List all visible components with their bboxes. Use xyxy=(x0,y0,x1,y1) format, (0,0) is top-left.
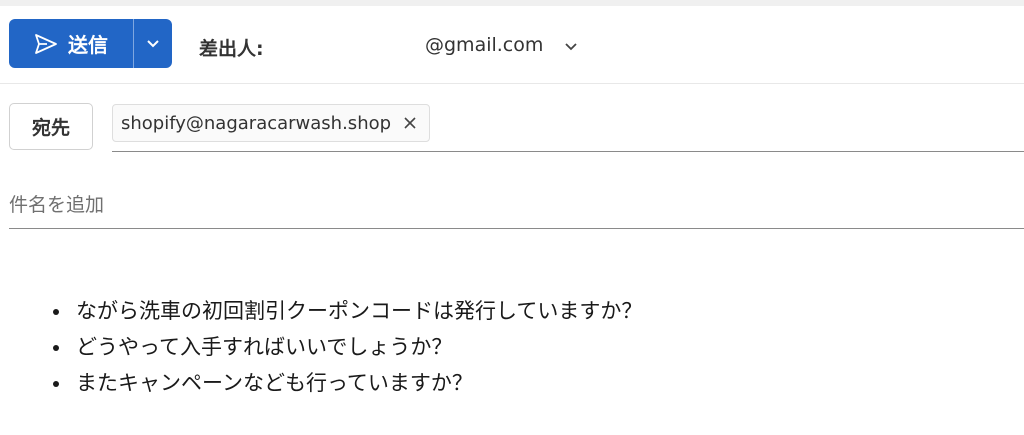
recipient-address: shopify@nagaracarwash.shop xyxy=(121,112,392,134)
header-divider xyxy=(0,83,1024,84)
close-icon[interactable] xyxy=(403,116,417,130)
send-button[interactable]: 送信 xyxy=(9,19,133,68)
list-item: ながら洗車の初回割引クーポンコードは発行していますか？ xyxy=(72,293,642,329)
send-icon xyxy=(34,33,58,55)
from-address[interactable]: @gmail.com xyxy=(425,34,543,56)
send-button-group: 送信 xyxy=(9,19,172,68)
top-strip xyxy=(0,0,1024,6)
from-label: 差出人: xyxy=(199,38,264,60)
list-item: またキャンペーンなども行っていますか？ xyxy=(72,365,642,401)
list-item: どうやって入手すればいいでしょうか？ xyxy=(72,329,642,365)
subject-input[interactable] xyxy=(9,190,1024,220)
send-options-button[interactable] xyxy=(134,19,172,68)
recipient-chip[interactable]: shopify@nagaracarwash.shop xyxy=(112,104,431,142)
from-chevron-down-icon[interactable] xyxy=(564,36,578,55)
chevron-down-icon xyxy=(146,39,160,48)
subject-underline xyxy=(9,228,1024,229)
to-button[interactable]: 宛先 xyxy=(9,103,93,150)
send-label: 送信 xyxy=(68,33,108,57)
message-body[interactable]: ながら洗車の初回割引クーポンコードは発行していますか？ どうやって入手すればいい… xyxy=(30,293,642,401)
to-field-underline xyxy=(112,151,1024,152)
